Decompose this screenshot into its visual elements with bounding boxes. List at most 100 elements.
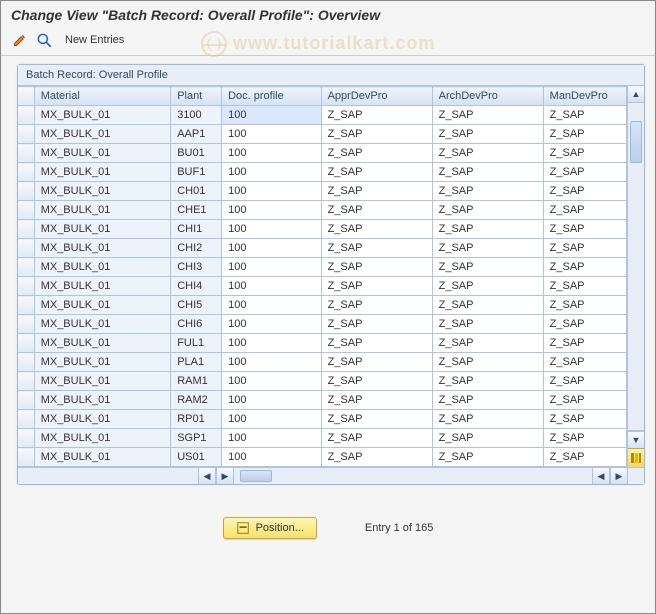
cell-doc-profile[interactable]: 100 (222, 353, 321, 372)
cell-arch-dev-pro[interactable]: Z_SAP (432, 315, 543, 334)
cell-material[interactable]: MX_BULK_01 (34, 258, 171, 277)
col-doc-profile[interactable]: Doc. profile (222, 87, 321, 106)
scroll-right2-icon[interactable]: ▶ (610, 468, 628, 484)
cell-appr-dev-pro[interactable]: Z_SAP (321, 144, 432, 163)
cell-plant[interactable]: SGP1 (171, 429, 222, 448)
cell-doc-profile[interactable]: 100 (222, 144, 321, 163)
cell-man-dev-pro[interactable]: Z_SAP (543, 277, 626, 296)
cell-doc-profile[interactable]: 100 (222, 201, 321, 220)
cell-man-dev-pro[interactable]: Z_SAP (543, 106, 626, 125)
cell-plant[interactable]: AAP1 (171, 125, 222, 144)
col-man-dev-pro[interactable]: ManDevPro (543, 87, 626, 106)
table-row[interactable]: MX_BULK_01RAM2100Z_SAPZ_SAPZ_SAP (18, 391, 627, 410)
cell-plant[interactable]: RAM1 (171, 372, 222, 391)
cell-appr-dev-pro[interactable]: Z_SAP (321, 258, 432, 277)
row-select-handle[interactable] (18, 372, 34, 391)
cell-plant[interactable]: CH01 (171, 182, 222, 201)
cell-appr-dev-pro[interactable]: Z_SAP (321, 106, 432, 125)
cell-doc-profile[interactable]: 100 (222, 410, 321, 429)
cell-plant[interactable]: RP01 (171, 410, 222, 429)
cell-plant[interactable]: CHE1 (171, 201, 222, 220)
col-appr-dev-pro[interactable]: ApprDevPro (321, 87, 432, 106)
table-row[interactable]: MX_BULK_01RAM1100Z_SAPZ_SAPZ_SAP (18, 372, 627, 391)
cell-arch-dev-pro[interactable]: Z_SAP (432, 296, 543, 315)
cell-man-dev-pro[interactable]: Z_SAP (543, 163, 626, 182)
cell-appr-dev-pro[interactable]: Z_SAP (321, 391, 432, 410)
cell-arch-dev-pro[interactable]: Z_SAP (432, 258, 543, 277)
cell-man-dev-pro[interactable]: Z_SAP (543, 410, 626, 429)
cell-material[interactable]: MX_BULK_01 (34, 220, 171, 239)
row-select-handle[interactable] (18, 125, 34, 144)
cell-appr-dev-pro[interactable]: Z_SAP (321, 201, 432, 220)
cell-plant[interactable]: CHI3 (171, 258, 222, 277)
cell-man-dev-pro[interactable]: Z_SAP (543, 296, 626, 315)
cell-plant[interactable]: US01 (171, 448, 222, 467)
row-select-handle[interactable] (18, 334, 34, 353)
cell-material[interactable]: MX_BULK_01 (34, 353, 171, 372)
cell-appr-dev-pro[interactable]: Z_SAP (321, 448, 432, 467)
cell-doc-profile[interactable]: 100 (222, 125, 321, 144)
cell-doc-profile[interactable]: 100 (222, 391, 321, 410)
table-row[interactable]: MX_BULK_01CHI2100Z_SAPZ_SAPZ_SAP (18, 239, 627, 258)
row-select-handle[interactable] (18, 182, 34, 201)
scroll-up-icon[interactable]: ▲ (628, 86, 644, 103)
col-material[interactable]: Material (34, 87, 171, 106)
cell-arch-dev-pro[interactable]: Z_SAP (432, 201, 543, 220)
table-row[interactable]: MX_BULK_01US01100Z_SAPZ_SAPZ_SAP (18, 448, 627, 467)
cell-appr-dev-pro[interactable]: Z_SAP (321, 410, 432, 429)
cell-appr-dev-pro[interactable]: Z_SAP (321, 334, 432, 353)
cell-appr-dev-pro[interactable]: Z_SAP (321, 182, 432, 201)
cell-material[interactable]: MX_BULK_01 (34, 334, 171, 353)
cell-plant[interactable]: CHI4 (171, 277, 222, 296)
cell-man-dev-pro[interactable]: Z_SAP (543, 258, 626, 277)
cell-arch-dev-pro[interactable]: Z_SAP (432, 372, 543, 391)
cell-appr-dev-pro[interactable]: Z_SAP (321, 125, 432, 144)
cell-arch-dev-pro[interactable]: Z_SAP (432, 220, 543, 239)
cell-arch-dev-pro[interactable]: Z_SAP (432, 239, 543, 258)
table-row[interactable]: MX_BULK_01CHI4100Z_SAPZ_SAPZ_SAP (18, 277, 627, 296)
vertical-scrollbar[interactable]: ▲ ▼ (627, 86, 644, 467)
cell-material[interactable]: MX_BULK_01 (34, 429, 171, 448)
scroll-left-icon[interactable]: ◀ (198, 468, 216, 484)
cell-plant[interactable]: CHI6 (171, 315, 222, 334)
cell-plant[interactable]: FUL1 (171, 334, 222, 353)
cell-appr-dev-pro[interactable]: Z_SAP (321, 277, 432, 296)
cell-material[interactable]: MX_BULK_01 (34, 315, 171, 334)
cell-material[interactable]: MX_BULK_01 (34, 448, 171, 467)
col-arch-dev-pro[interactable]: ArchDevPro (432, 87, 543, 106)
cell-man-dev-pro[interactable]: Z_SAP (543, 448, 626, 467)
table-row[interactable]: MX_BULK_01BUF1100Z_SAPZ_SAPZ_SAP (18, 163, 627, 182)
cell-appr-dev-pro[interactable]: Z_SAP (321, 163, 432, 182)
scroll-track[interactable] (628, 103, 644, 431)
cell-doc-profile[interactable]: 100 (222, 296, 321, 315)
row-select-handle[interactable] (18, 239, 34, 258)
table-row[interactable]: MX_BULK_01RP01100Z_SAPZ_SAPZ_SAP (18, 410, 627, 429)
cell-plant[interactable]: RAM2 (171, 391, 222, 410)
cell-doc-profile[interactable]: 100 (222, 277, 321, 296)
cell-doc-profile[interactable]: 100 (222, 106, 321, 125)
cell-arch-dev-pro[interactable]: Z_SAP (432, 410, 543, 429)
cell-arch-dev-pro[interactable]: Z_SAP (432, 391, 543, 410)
cell-material[interactable]: MX_BULK_01 (34, 410, 171, 429)
cell-doc-profile[interactable]: 100 (222, 372, 321, 391)
cell-plant[interactable]: CHI2 (171, 239, 222, 258)
scroll-down-icon[interactable]: ▼ (628, 431, 644, 448)
cell-arch-dev-pro[interactable]: Z_SAP (432, 277, 543, 296)
cell-plant[interactable]: BUF1 (171, 163, 222, 182)
row-select-handle[interactable] (18, 429, 34, 448)
row-select-handle[interactable] (18, 315, 34, 334)
table-row[interactable]: MX_BULK_013100100Z_SAPZ_SAPZ_SAP (18, 106, 627, 125)
table-row[interactable]: MX_BULK_01AAP1100Z_SAPZ_SAPZ_SAP (18, 125, 627, 144)
row-select-handle[interactable] (18, 106, 34, 125)
scroll-thumb[interactable] (630, 121, 642, 163)
table-row[interactable]: MX_BULK_01CHI3100Z_SAPZ_SAPZ_SAP (18, 258, 627, 277)
cell-arch-dev-pro[interactable]: Z_SAP (432, 163, 543, 182)
cell-man-dev-pro[interactable]: Z_SAP (543, 201, 626, 220)
cell-man-dev-pro[interactable]: Z_SAP (543, 429, 626, 448)
cell-material[interactable]: MX_BULK_01 (34, 391, 171, 410)
cell-material[interactable]: MX_BULK_01 (34, 163, 171, 182)
table-row[interactable]: MX_BULK_01CHI6100Z_SAPZ_SAPZ_SAP (18, 315, 627, 334)
table-row[interactable]: MX_BULK_01CH01100Z_SAPZ_SAPZ_SAP (18, 182, 627, 201)
cell-material[interactable]: MX_BULK_01 (34, 277, 171, 296)
table-row[interactable]: MX_BULK_01CHI1100Z_SAPZ_SAPZ_SAP (18, 220, 627, 239)
